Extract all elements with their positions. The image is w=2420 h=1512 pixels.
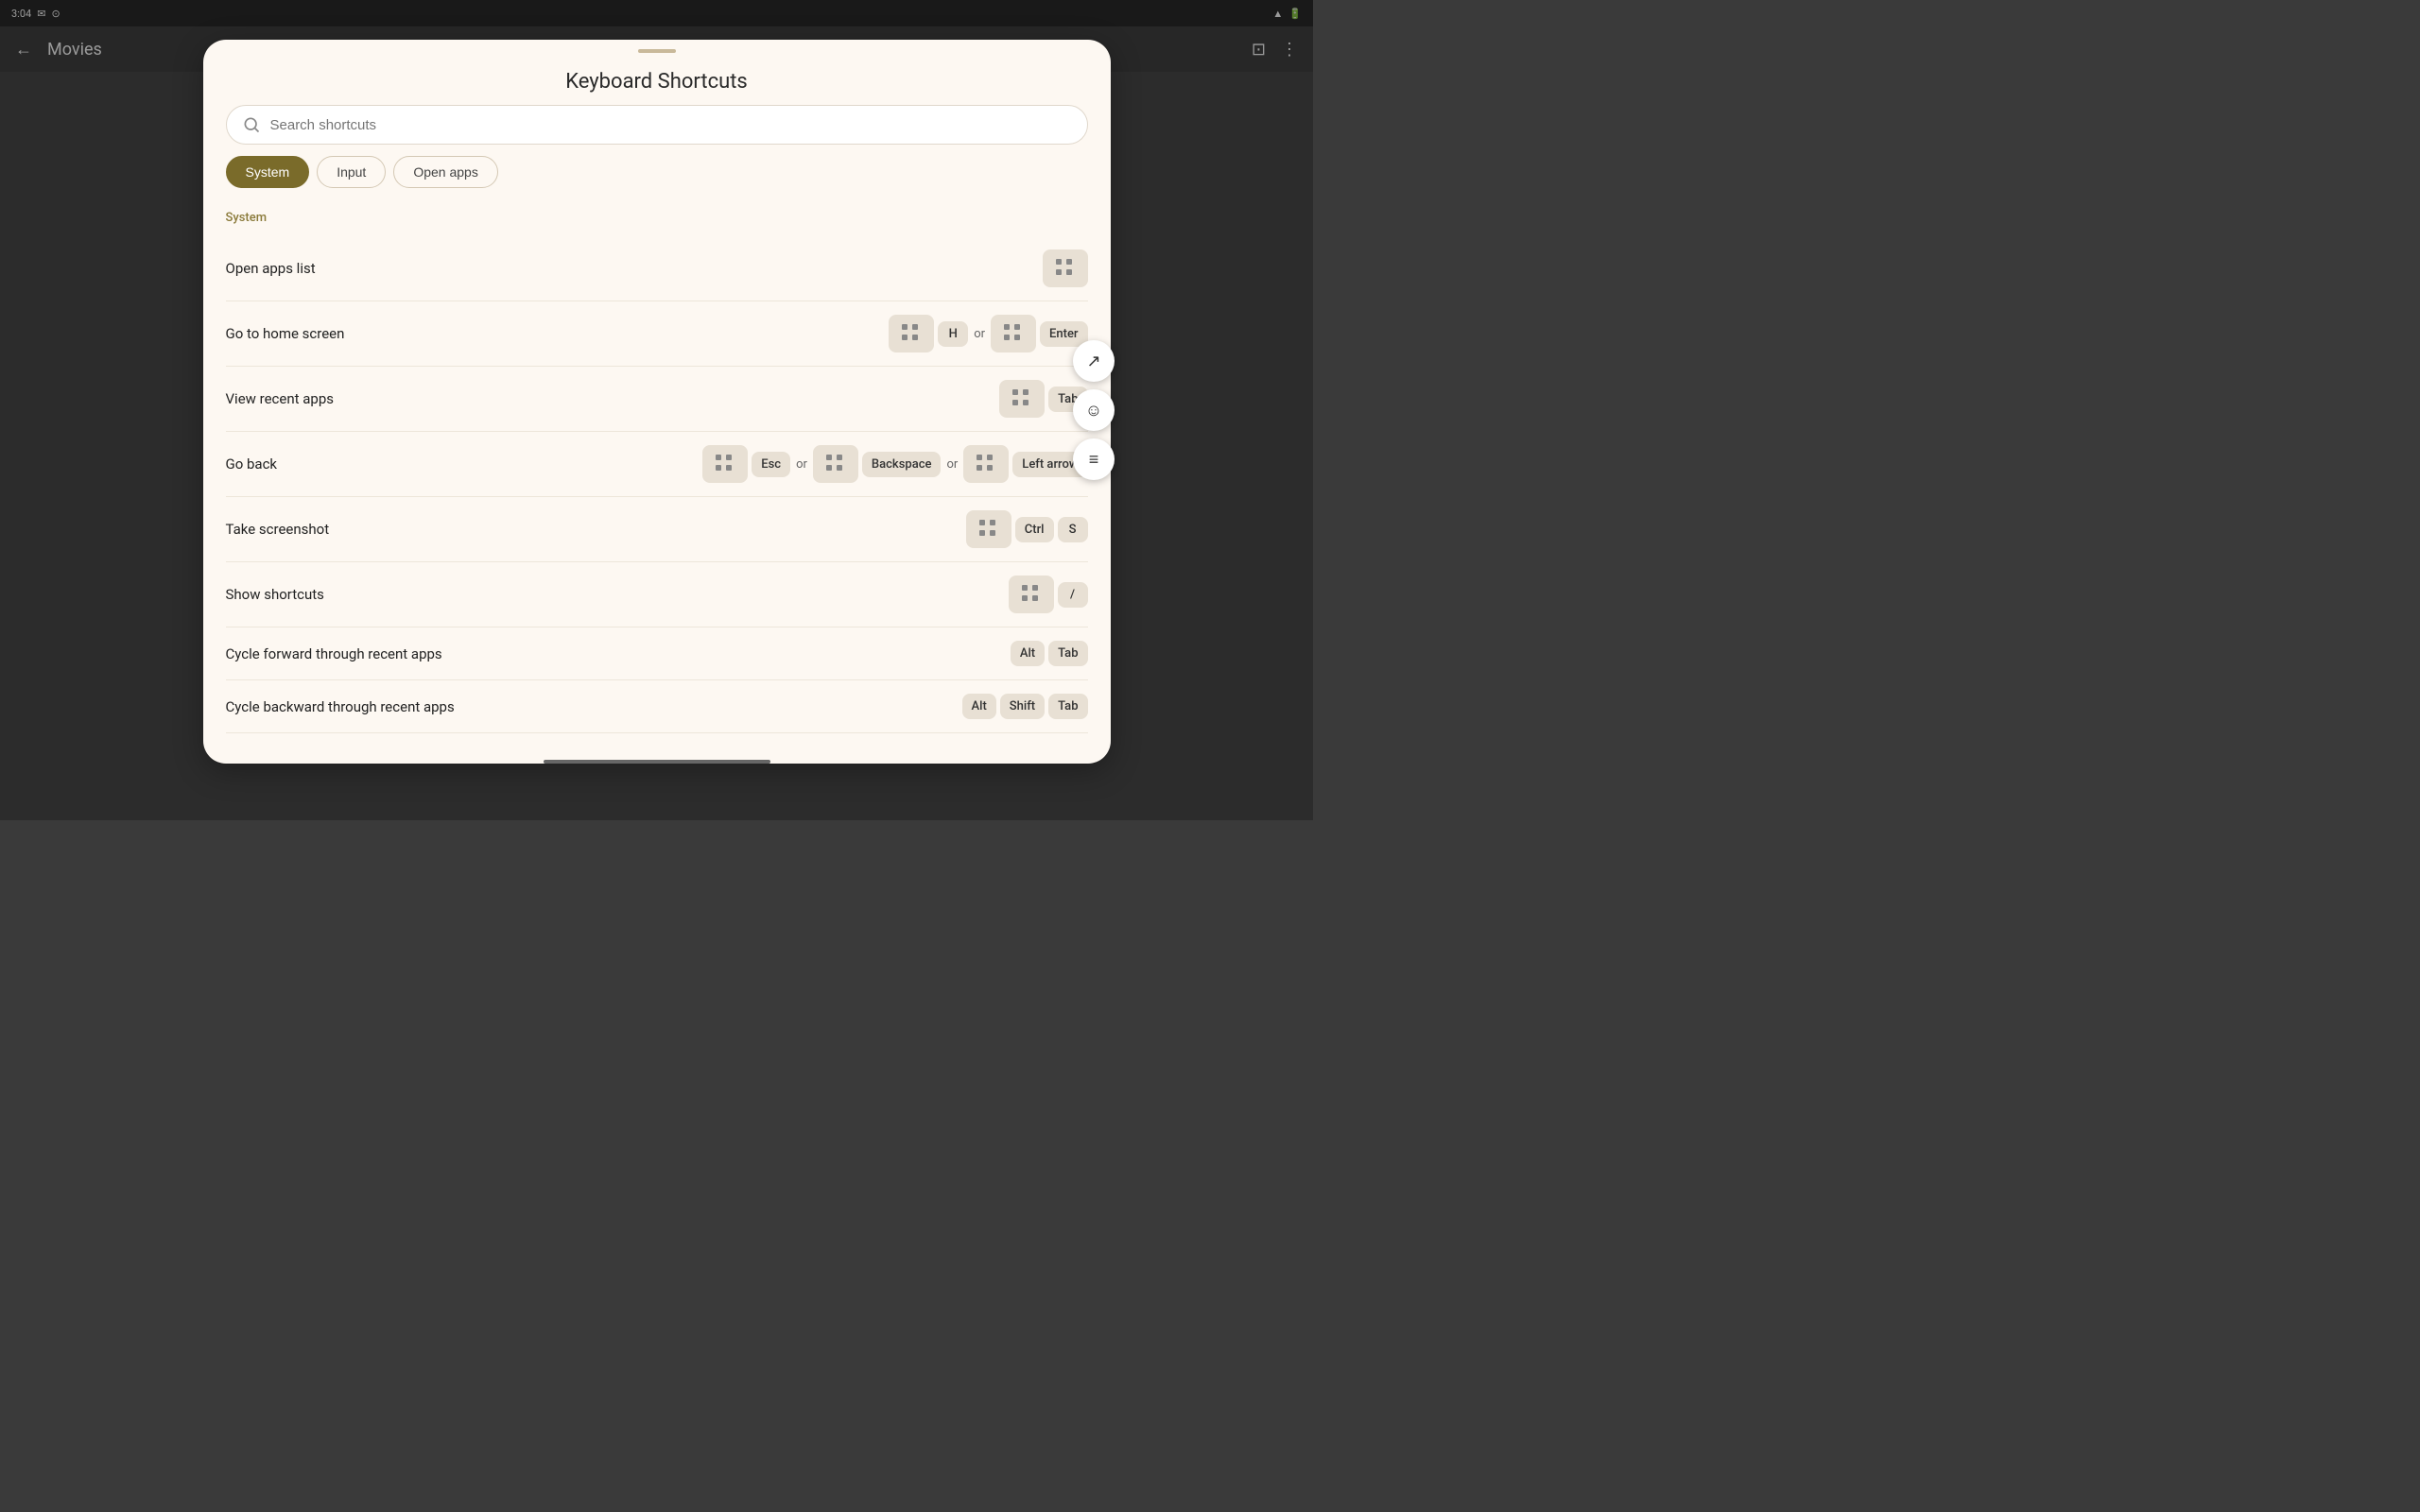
key-tab: Tab	[1048, 694, 1087, 719]
key-alt: Alt	[1011, 641, 1045, 666]
shortcut-row-screenshot: Take screenshot Ctrl S	[226, 497, 1088, 562]
search-input[interactable]	[270, 117, 1072, 133]
shortcut-row-open-apps-list: Open apps list	[226, 236, 1088, 301]
shortcut-row-go-back: Go back Esc or Backspace or	[226, 432, 1088, 497]
shortcut-keys: Esc or Backspace or Left arrow	[702, 445, 1087, 483]
key-grid-badge	[999, 380, 1045, 418]
search-container	[203, 105, 1111, 156]
key-grid	[712, 451, 738, 477]
keyboard-shortcuts-modal: Keyboard Shortcuts System Input Open app…	[203, 40, 1111, 764]
key-grid-badge-2	[991, 315, 1036, 352]
tabs-container: System Input Open apps	[203, 156, 1111, 203]
tab-input[interactable]: Input	[317, 156, 386, 188]
shortcut-keys: Alt Tab	[1011, 641, 1088, 666]
key-backspace: Backspace	[862, 452, 942, 477]
key-shift: Shift	[1000, 694, 1045, 719]
key-alt: Alt	[962, 694, 996, 719]
key-grid	[898, 320, 925, 347]
key-grid-3	[973, 451, 999, 477]
shortcut-name: Open apps list	[226, 260, 316, 277]
key-grid-badge-2	[813, 445, 858, 483]
key-grid	[1009, 386, 1035, 412]
menu-button[interactable]: ≡	[1073, 438, 1115, 480]
tab-open-apps[interactable]: Open apps	[393, 156, 498, 188]
key-grid-badge	[1043, 249, 1088, 287]
key-grid-badge-3	[963, 445, 1009, 483]
key-sep: or	[972, 327, 987, 341]
key-grid	[1052, 255, 1079, 282]
key-slash: /	[1058, 582, 1088, 608]
shortcut-name: Take screenshot	[226, 521, 330, 538]
shortcut-keys	[1043, 249, 1088, 287]
search-icon	[242, 115, 261, 134]
key-sep: or	[944, 457, 959, 472]
search-box	[226, 105, 1088, 145]
key-grid-badge	[966, 510, 1011, 548]
shortcut-name: Go back	[226, 455, 278, 472]
shortcut-name: Go to home screen	[226, 325, 345, 342]
key-s: S	[1058, 517, 1088, 542]
shortcut-name: Cycle forward through recent apps	[226, 645, 442, 662]
shortcut-name: Show shortcuts	[226, 586, 324, 603]
key-esc: Esc	[752, 452, 790, 477]
shortcut-keys: Ctrl S	[966, 510, 1088, 548]
key-h: H	[938, 321, 968, 347]
shortcut-row-home: Go to home screen H or Enter	[226, 301, 1088, 367]
float-buttons: ↗ ☺ ≡	[1073, 340, 1115, 480]
key-tab: Tab	[1048, 641, 1087, 666]
key-grid	[1018, 581, 1045, 608]
tab-system[interactable]: System	[226, 156, 310, 188]
expand-button[interactable]: ↗	[1073, 340, 1115, 382]
key-sep: or	[794, 457, 809, 472]
section-label: System	[226, 203, 1088, 236]
scroll-indicator	[544, 760, 770, 764]
key-grid-badge	[1009, 576, 1054, 613]
key-grid-2	[1000, 320, 1027, 347]
shortcut-name: View recent apps	[226, 390, 335, 407]
emoji-button[interactable]: ☺	[1073, 389, 1115, 431]
shortcut-row-cycle-backward: Cycle backward through recent apps Alt S…	[226, 680, 1088, 733]
modal-title: Keyboard Shortcuts	[203, 53, 1111, 105]
shortcut-keys: /	[1009, 576, 1088, 613]
shortcut-row-cycle-forward: Cycle forward through recent apps Alt Ta…	[226, 627, 1088, 680]
shortcut-keys: H or Enter	[889, 315, 1087, 352]
shortcut-keys: Alt Shift Tab	[962, 694, 1088, 719]
shortcut-row-show-shortcuts: Show shortcuts /	[226, 562, 1088, 627]
key-ctrl: Ctrl	[1015, 517, 1054, 542]
key-grid-badge	[889, 315, 934, 352]
key-grid	[976, 516, 1002, 542]
shortcut-name: Cycle backward through recent apps	[226, 698, 455, 715]
key-grid-badge	[702, 445, 748, 483]
key-grid-2	[822, 451, 849, 477]
modal-scroll-area[interactable]: System Open apps list Go to home screen	[203, 203, 1111, 752]
shortcut-row-recent-apps: View recent apps Tab	[226, 367, 1088, 432]
